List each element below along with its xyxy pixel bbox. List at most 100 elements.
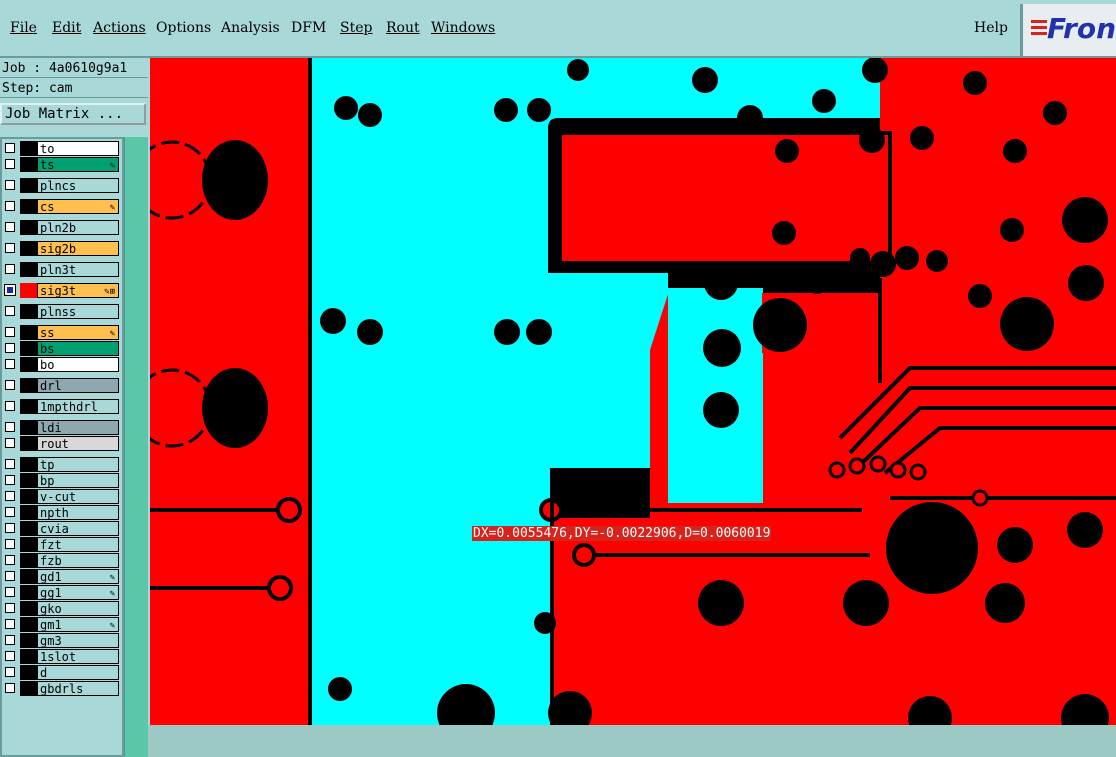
- layer-checkbox[interactable]: [5, 459, 15, 469]
- layer-checkbox[interactable]: [5, 619, 15, 629]
- menu-file[interactable]: File: [10, 20, 37, 36]
- layer-row-pln3t[interactable]: pln3t: [4, 262, 120, 277]
- layer-color-swatch[interactable]: [20, 141, 37, 156]
- layer-name[interactable]: plnss: [37, 304, 119, 319]
- layer-checkbox[interactable]: [5, 539, 15, 549]
- layer-name[interactable]: 1slot: [37, 649, 119, 664]
- layer-checkbox[interactable]: [5, 491, 15, 501]
- layer-checkbox[interactable]: [5, 343, 15, 353]
- layer-name[interactable]: sig2b: [37, 241, 119, 256]
- layer-row-drl[interactable]: drl: [4, 378, 120, 393]
- layer-color-swatch[interactable]: [20, 665, 37, 680]
- layer-name[interactable]: pln3t: [37, 262, 119, 277]
- layer-color-swatch[interactable]: [20, 681, 37, 696]
- layer-color-swatch[interactable]: [20, 304, 37, 319]
- layer-name[interactable]: fzt: [37, 537, 119, 552]
- layer-color-swatch[interactable]: [20, 420, 37, 435]
- layer-color-swatch[interactable]: [20, 649, 37, 664]
- layer-name[interactable]: bs: [37, 341, 119, 356]
- layer-row-cvia[interactable]: cvia: [4, 521, 120, 536]
- layer-row-cs[interactable]: cs ✎: [4, 199, 120, 214]
- layer-name[interactable]: sig3t ✎⊞: [37, 283, 119, 298]
- layer-checkbox[interactable]: [5, 587, 15, 597]
- layer-color-swatch[interactable]: [20, 220, 37, 235]
- layer-name[interactable]: tp: [37, 457, 119, 472]
- layer-color-swatch[interactable]: [20, 585, 37, 600]
- layer-name[interactable]: ldi: [37, 420, 119, 435]
- layer-checkbox[interactable]: [5, 327, 15, 337]
- layer-color-swatch[interactable]: [20, 489, 37, 504]
- layer-color-swatch[interactable]: [20, 241, 37, 256]
- layer-checkbox[interactable]: [4, 284, 16, 296]
- layer-name[interactable]: gm3: [37, 633, 119, 648]
- layer-checkbox[interactable]: [5, 683, 15, 693]
- layer-color-swatch[interactable]: [20, 325, 37, 340]
- layer-row-npth[interactable]: npth: [4, 505, 120, 520]
- layer-checkbox[interactable]: [5, 143, 15, 153]
- layer-color-swatch[interactable]: [20, 505, 37, 520]
- layer-checkbox[interactable]: [5, 359, 15, 369]
- layer-row-pln2b[interactable]: pln2b: [4, 220, 120, 235]
- layer-color-swatch[interactable]: [20, 457, 37, 472]
- layer-row-v-cut[interactable]: v-cut: [4, 489, 120, 504]
- layer-row-1mpthdrl[interactable]: 1mpthdrl: [4, 399, 120, 414]
- layer-row-gd1[interactable]: gd1 ✎: [4, 569, 120, 584]
- layer-color-swatch[interactable]: [20, 569, 37, 584]
- layer-color-swatch[interactable]: [20, 378, 37, 393]
- layer-checkbox[interactable]: [5, 243, 15, 253]
- menu-dfm[interactable]: DFM: [291, 20, 326, 36]
- layer-name[interactable]: pln2b: [37, 220, 119, 235]
- menu-windows[interactable]: Windows: [431, 20, 495, 36]
- layer-row-fzb[interactable]: fzb: [4, 553, 120, 568]
- layer-name[interactable]: gg1 ✎: [37, 585, 119, 600]
- layer-color-swatch[interactable]: [20, 473, 37, 488]
- layer-color-swatch[interactable]: [20, 617, 37, 632]
- layer-row-d[interactable]: d: [4, 665, 120, 680]
- layer-row-gm3[interactable]: gm3: [4, 633, 120, 648]
- layer-row-bs[interactable]: bs: [4, 341, 120, 356]
- layer-color-swatch[interactable]: [20, 633, 37, 648]
- layer-checkbox[interactable]: [5, 401, 15, 411]
- layer-name[interactable]: 1mpthdrl: [37, 399, 119, 414]
- layer-checkbox[interactable]: [5, 603, 15, 613]
- layer-checkbox[interactable]: [5, 380, 15, 390]
- layer-checkbox[interactable]: [5, 507, 15, 517]
- menu-help[interactable]: Help: [974, 20, 1008, 36]
- layer-color-swatch[interactable]: [20, 157, 37, 172]
- layer-name[interactable]: gko: [37, 601, 119, 616]
- layer-name[interactable]: bp: [37, 473, 119, 488]
- layer-name[interactable]: ss ✎: [37, 325, 119, 340]
- layer-row-sig3t[interactable]: sig3t ✎⊞: [4, 283, 120, 298]
- layer-checkbox[interactable]: [5, 180, 15, 190]
- layer-color-swatch[interactable]: [20, 537, 37, 552]
- layer-color-swatch[interactable]: [20, 283, 37, 298]
- layer-name[interactable]: ts ✎: [37, 157, 119, 172]
- layer-row-ldi[interactable]: ldi: [4, 420, 120, 435]
- layer-row-to[interactable]: to: [4, 141, 120, 156]
- layer-checkbox[interactable]: [5, 571, 15, 581]
- layer-name[interactable]: npth: [37, 505, 119, 520]
- layer-name[interactable]: fzb: [37, 553, 119, 568]
- layer-name[interactable]: drl: [37, 378, 119, 393]
- layer-checkbox[interactable]: [5, 201, 15, 211]
- layer-row-plncs[interactable]: plncs: [4, 178, 120, 193]
- layer-name[interactable]: gbdrls: [37, 681, 119, 696]
- layer-row-bo[interactable]: bo: [4, 357, 120, 372]
- layer-color-swatch[interactable]: [20, 436, 37, 451]
- job-matrix-button[interactable]: Job Matrix ...: [0, 103, 146, 125]
- layer-name[interactable]: cs ✎: [37, 199, 119, 214]
- layer-checkbox[interactable]: [5, 159, 15, 169]
- layer-row-1slot[interactable]: 1slot: [4, 649, 120, 664]
- menu-analysis[interactable]: Analysis: [221, 20, 280, 36]
- layer-checkbox[interactable]: [5, 222, 15, 232]
- layer-checkbox[interactable]: [5, 264, 15, 274]
- menu-edit[interactable]: Edit: [52, 20, 81, 36]
- layer-checkbox[interactable]: [5, 306, 15, 316]
- layer-checkbox[interactable]: [5, 651, 15, 661]
- layer-row-sig2b[interactable]: sig2b: [4, 241, 120, 256]
- graphic-editor-canvas[interactable]: DX=0.0055476,DY=-0.0022906,D=0.0060019: [132, 57, 1116, 742]
- menu-options[interactable]: Options: [156, 20, 211, 36]
- layer-color-swatch[interactable]: [20, 262, 37, 277]
- layer-name[interactable]: bo: [37, 357, 119, 372]
- layer-color-swatch[interactable]: [20, 357, 37, 372]
